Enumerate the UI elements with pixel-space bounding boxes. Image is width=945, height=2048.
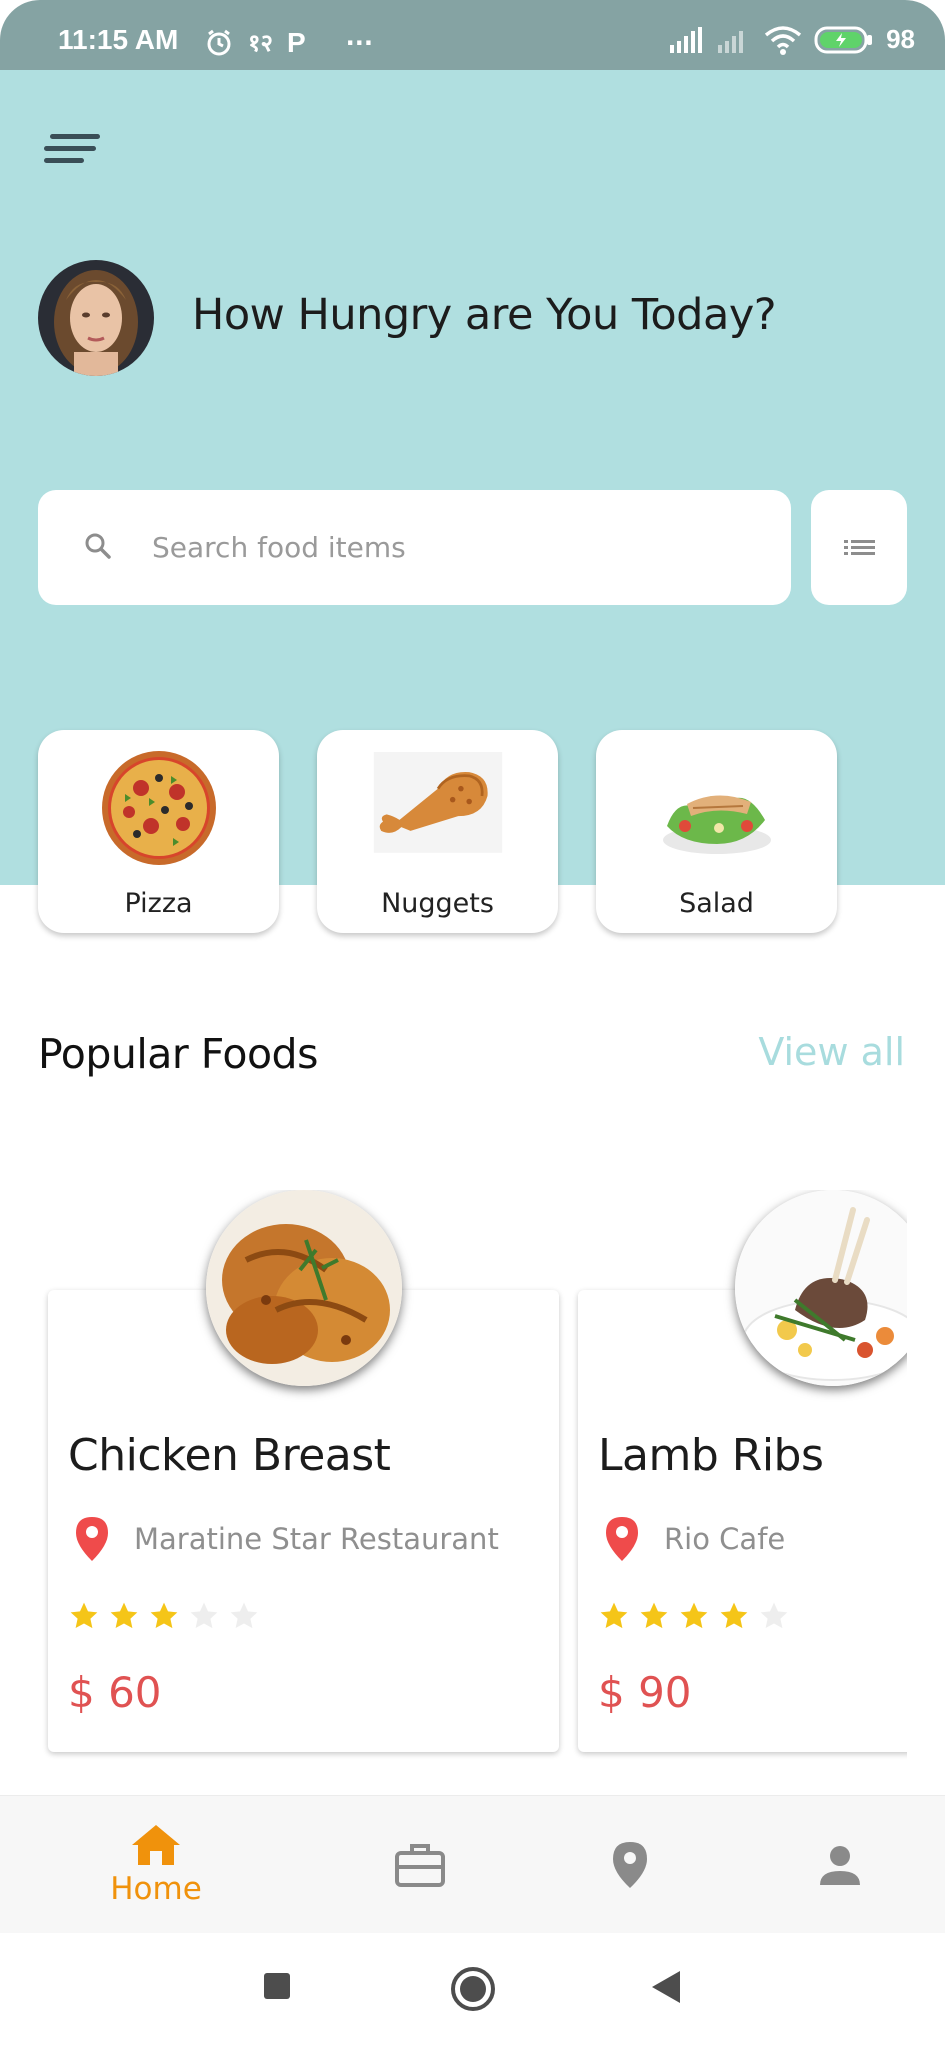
carrier-text: १२	[248, 29, 273, 57]
star-filled-icon	[70, 1602, 98, 1629]
person-icon	[820, 1846, 860, 1885]
avatar-image	[38, 260, 154, 376]
rating-stars	[598, 1600, 790, 1632]
search-bar[interactable]	[38, 490, 791, 605]
bottom-navigation: Home	[0, 1795, 945, 1933]
battery-percent: 98	[886, 24, 915, 54]
home-icon	[132, 1825, 180, 1865]
category-label: Salad	[679, 888, 754, 919]
nav-home-label: Home	[110, 1871, 202, 1907]
nav-profile[interactable]	[750, 1796, 930, 1934]
food-location: Maratine Star Restaurant	[74, 1515, 499, 1563]
star-filled-icon	[680, 1602, 708, 1629]
signal-icon	[670, 26, 703, 53]
category-list: Pizza Nuggets Salad	[38, 730, 837, 935]
location-pin-icon	[76, 1517, 108, 1561]
status-time: 11:15 AM	[58, 24, 179, 55]
signal-2-icon	[718, 30, 744, 53]
category-card-nuggets[interactable]: Nuggets	[317, 730, 558, 933]
popular-foods-list: Chicken Breast Maratine Star Restaurant …	[0, 1190, 907, 1760]
home-button-icon[interactable]	[450, 1966, 496, 2012]
recent-apps-icon[interactable]	[262, 1971, 292, 2001]
battery-icon	[814, 26, 873, 53]
star-filled-icon	[150, 1602, 178, 1629]
nuggets-icon	[373, 752, 502, 853]
status-notification-icons: १२ P ···	[204, 26, 373, 59]
filter-button[interactable]	[811, 490, 907, 605]
food-location: Rio Cafe	[604, 1515, 785, 1563]
rating-stars	[68, 1600, 260, 1632]
food-name: Lamb Ribs	[598, 1430, 824, 1481]
avatar[interactable]	[38, 260, 154, 376]
food-price: $ 90	[598, 1668, 692, 1717]
nav-orders[interactable]	[330, 1796, 510, 1934]
star-filled-icon	[110, 1602, 138, 1629]
food-name: Chicken Breast	[68, 1430, 391, 1481]
status-right-icons: 98	[668, 24, 915, 55]
location-icon	[613, 1842, 647, 1888]
more-notifications: ···	[345, 28, 374, 57]
alarm-icon	[207, 29, 231, 55]
nav-location[interactable]	[540, 1796, 720, 1934]
view-all-link[interactable]: View all	[758, 1030, 905, 1074]
star-filled-icon	[720, 1602, 748, 1629]
category-label: Pizza	[124, 888, 193, 919]
system-navigation-bar	[0, 1933, 945, 2048]
list-icon	[844, 540, 875, 555]
status-bar: 11:15 AM १२ P ··· 98	[0, 0, 945, 70]
restaurant-name: Rio Cafe	[664, 1522, 786, 1556]
star-empty-icon	[190, 1602, 218, 1629]
food-price: $ 60	[68, 1668, 162, 1717]
star-empty-icon	[230, 1602, 258, 1629]
nav-home[interactable]: Home	[66, 1796, 246, 1934]
page-title: How Hungry are You Today?	[192, 290, 777, 340]
pizza-icon	[101, 751, 216, 865]
search-input[interactable]	[152, 520, 752, 575]
restaurant-name: Maratine Star Restaurant	[134, 1522, 499, 1556]
section-title-popular: Popular Foods	[38, 1030, 318, 1078]
salad-icon	[662, 795, 771, 854]
wifi-icon	[764, 25, 802, 55]
star-empty-icon	[760, 1602, 788, 1629]
back-icon[interactable]	[650, 1969, 682, 2005]
food-image-chicken-breast	[206, 1190, 402, 1386]
category-card-pizza[interactable]: Pizza	[38, 730, 279, 933]
category-label: Nuggets	[381, 888, 494, 919]
menu-button[interactable]	[44, 130, 104, 170]
star-filled-icon	[640, 1602, 668, 1629]
category-card-salad[interactable]: Salad	[596, 730, 837, 933]
star-filled-icon	[600, 1602, 628, 1629]
location-pin-icon	[606, 1517, 638, 1561]
search-icon	[85, 533, 111, 559]
briefcase-icon	[395, 1844, 445, 1887]
parking-icon: P	[286, 26, 306, 58]
